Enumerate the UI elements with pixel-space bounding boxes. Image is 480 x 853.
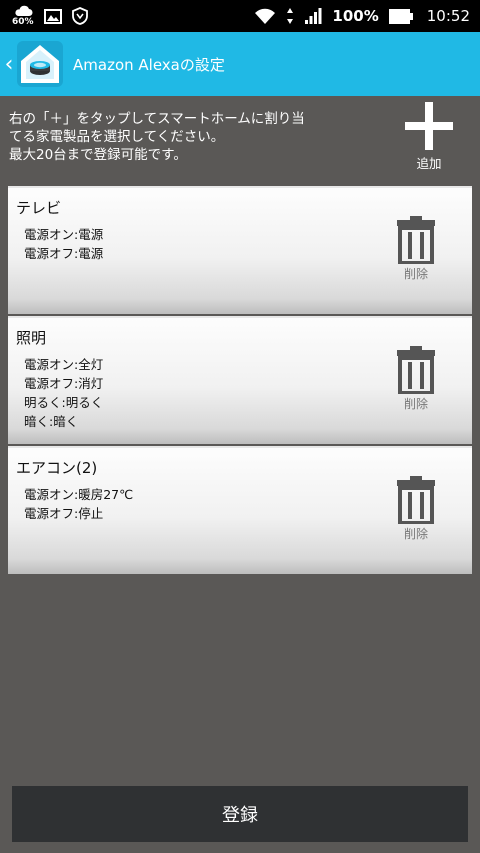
device-commands: 電源オン:電源 電源オフ:電源 [24,225,103,263]
image-icon [43,8,62,24]
signal-icon [305,7,322,24]
data-arrows-icon [287,8,294,24]
device-commands: 電源オン:暖房27℃ 電源オフ:停止 [24,485,133,523]
delete-label: 削除 [403,527,428,541]
device-name: エアコン(2) [16,459,98,477]
device-card-light[interactable]: 照明 電源オン:全灯 電源オフ:消灯 明るく:明るく 暗く:暗く 削除 [8,316,472,444]
plus-icon [405,102,453,150]
add-label: 追加 [416,156,442,171]
smart-home-icon[interactable] [17,41,63,87]
delete-label: 削除 [403,267,428,281]
chevron-left-icon[interactable]: ‹ [2,52,16,77]
command-item: 暗く:暗く [24,414,79,429]
command-item: 電源オフ:停止 [24,506,104,521]
device-commands: 電源オン:全灯 電源オフ:消灯 明るく:明るく 暗く:暗く [24,355,103,431]
command-item: 電源オフ:電源 [24,246,104,261]
register-button[interactable]: 登録 [12,786,468,842]
instruction-line: てる家電製品を選択してください。 [9,129,225,145]
command-item: 電源オン:全灯 [24,357,104,372]
trash-icon [397,216,435,264]
command-item: 明るく:明るく [24,395,104,410]
page-title: Amazon Alexaの設定 [73,55,225,74]
trash-icon [397,476,435,524]
instruction-line: 最大20台まで登録可能です。 [9,147,187,163]
instructions-text: 右の「＋」をタップしてスマートホームに割り当 てる家電製品を選択してください。 … [9,110,379,164]
command-item: 電源オン:電源 [24,227,104,242]
delete-label: 削除 [403,397,428,411]
delete-button[interactable]: 削除 [392,216,440,288]
battery-percent-text: 100% [332,7,379,25]
command-item: 電源オフ:消灯 [24,376,104,391]
device-card-aircon[interactable]: エアコン(2) 電源オン:暖房27℃ 電源オフ:停止 削除 [8,446,472,574]
app-bar: ‹ Amazon Alexaの設定 [0,32,480,96]
battery-icon [388,8,413,24]
status-left-icons: 60% [12,5,88,27]
weather-cloud-icon [15,5,33,16]
command-item: 電源オン:暖房27℃ [24,487,134,502]
device-name: 照明 [16,329,47,347]
temperature-text: 60% [12,17,34,27]
add-device-button[interactable]: 追加 [398,102,460,174]
weather-indicator: 60% [12,5,34,27]
delete-button[interactable]: 削除 [392,346,440,418]
device-name: テレビ [16,199,62,217]
instruction-line: 右の「＋」をタップしてスマートホームに割り当 [9,111,305,127]
status-bar: 60% 100% 10:52 [0,0,480,32]
status-right-icons: 100% 10:52 [254,7,470,25]
wifi-icon [255,8,276,24]
trash-icon [397,346,435,394]
device-card-tv[interactable]: テレビ 電源オン:電源 電源オフ:電源 削除 [8,186,472,314]
delete-button[interactable]: 削除 [392,476,440,548]
clock-text: 10:52 [426,7,470,25]
shield-icon [71,7,88,25]
